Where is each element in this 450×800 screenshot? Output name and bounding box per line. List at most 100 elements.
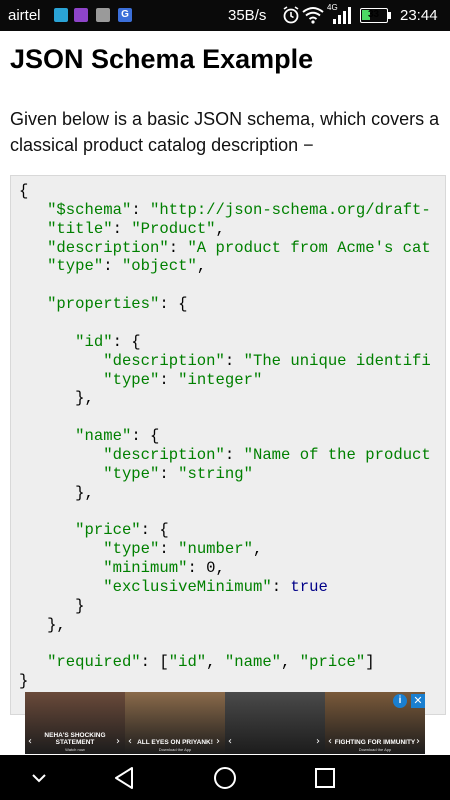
code-token: "description"	[103, 351, 225, 370]
ad-panel[interactable]: ALL EYES ON PRIYANK! Download the App ‹ ›	[125, 692, 225, 754]
ad-prev-icon[interactable]: ‹	[28, 736, 32, 747]
code-token: "price"	[299, 653, 366, 672]
code-token: "A product from Acme's cat	[187, 238, 431, 257]
code-token: true	[290, 577, 328, 596]
ad-next-icon[interactable]: ›	[216, 736, 220, 747]
code-line: "exclusiveMinimum": true	[19, 578, 328, 597]
notification-app-icon	[54, 8, 68, 22]
code-token: :	[159, 540, 179, 559]
intro-paragraph: Given below is a basic JSON schema, whic…	[10, 109, 440, 155]
ad-caption: NEHA'S SHOCKING STATEMENT	[44, 732, 106, 746]
code-line: "type": "number",	[19, 540, 262, 559]
code-token: : {	[140, 521, 169, 540]
notification-media-icon	[96, 8, 110, 22]
code-line: },	[19, 616, 66, 635]
code-line: "$schema": "http://json-schema.org/draft…	[19, 201, 431, 220]
wifi-icon	[302, 7, 324, 24]
ad-prev-icon[interactable]: ‹	[128, 736, 132, 747]
code-token: "http://json-schema.org/draft-	[150, 200, 431, 219]
home-icon[interactable]	[210, 763, 240, 793]
code-token: "string"	[178, 464, 253, 483]
code-token: "price"	[75, 521, 141, 540]
code-token: "id"	[75, 332, 113, 351]
code-token: "name"	[75, 427, 132, 446]
ad-subcaption: Watch now	[65, 747, 85, 752]
code-token: :	[271, 577, 291, 596]
ad-prev-icon[interactable]: ‹	[228, 736, 232, 747]
code-token: "$schema"	[47, 200, 132, 219]
ad-caption: ALL EYES ON PRIYANK!	[137, 739, 213, 746]
code-token: :	[224, 351, 244, 370]
code-token: "The unique identifi	[243, 351, 431, 370]
page-title: JSON Schema Example	[10, 44, 314, 74]
code-token: "required"	[47, 653, 141, 672]
code-line: "title": "Product",	[19, 220, 225, 239]
code-line: "price": {	[19, 521, 169, 540]
code-token: :	[224, 445, 244, 464]
back-icon[interactable]	[110, 763, 140, 793]
ad-panel[interactable]: ‹ ›	[225, 692, 325, 754]
ad-next-icon[interactable]: ›	[316, 736, 320, 747]
ad-prev-icon[interactable]: ‹	[328, 736, 332, 747]
code-line: }	[19, 672, 28, 691]
code-token: }	[19, 672, 29, 691]
code-token: :	[131, 200, 151, 219]
ad-next-icon[interactable]: ›	[116, 736, 120, 747]
clock: 23:44	[400, 7, 438, 24]
code-line: "type": "integer"	[19, 371, 262, 390]
ad-panel[interactable]: FIGHTING FOR IMMUNITY Download the App ‹ ›	[325, 692, 425, 754]
code-token: :	[112, 219, 132, 238]
signal-icon	[333, 7, 351, 24]
code-token: "integer"	[178, 370, 263, 389]
code-line: "id": {	[19, 333, 141, 352]
ad-panel[interactable]: NEHA'S SHOCKING STATEMENT Watch now ‹ ›	[25, 692, 125, 754]
code-line: "description": "A product from Acme's ca…	[19, 239, 431, 258]
code-line: "type": "object",	[19, 257, 206, 276]
code-token: },	[19, 615, 66, 634]
ad-close-icon[interactable]: ✕	[411, 694, 425, 708]
code-token: "exclusiveMinimum"	[103, 577, 272, 596]
code-token: "type"	[103, 540, 160, 559]
notification-google-icon: G	[118, 8, 132, 22]
alarm-icon	[283, 6, 299, 24]
battery-icon: 33	[360, 8, 388, 23]
code-token: {	[19, 182, 29, 200]
code-line: "description": "The unique identifi	[19, 352, 431, 371]
recents-icon[interactable]	[310, 763, 340, 793]
ad-subcaption: Download the App	[158, 747, 192, 752]
code-line: "required": ["id", "name", "price"]	[19, 653, 375, 672]
code-token: "Name of the product	[243, 445, 431, 464]
ad-subcaption: Download the App	[358, 747, 392, 752]
battery-tip	[388, 12, 391, 19]
code-token: : 0,	[187, 559, 225, 577]
code-token: "description"	[47, 238, 169, 257]
code-token: ]	[365, 653, 375, 672]
code-token: : [	[140, 653, 169, 672]
code-line: },	[19, 484, 94, 503]
down-chevron-icon[interactable]	[24, 763, 54, 793]
code-token: },	[19, 483, 94, 502]
code-block: { "$schema": "http://json-schema.org/dra…	[10, 175, 446, 715]
ad-info-icon[interactable]: i	[393, 694, 407, 708]
code-token: : {	[159, 295, 188, 314]
code-token: : {	[112, 332, 141, 351]
code-line: "properties": {	[19, 295, 187, 314]
ad-banner[interactable]: FIGHTING FOR IMMUNITY Download the App ‹ › ‹…	[25, 692, 425, 754]
status-bar: airtel G 35B/s 4G 33 23:44	[0, 0, 450, 31]
code-token: "type"	[47, 257, 104, 276]
ad-next-icon[interactable]: ›	[416, 736, 420, 747]
code-token: "id"	[168, 653, 207, 672]
code-token: ,	[196, 257, 207, 276]
code-line: }	[19, 597, 84, 616]
